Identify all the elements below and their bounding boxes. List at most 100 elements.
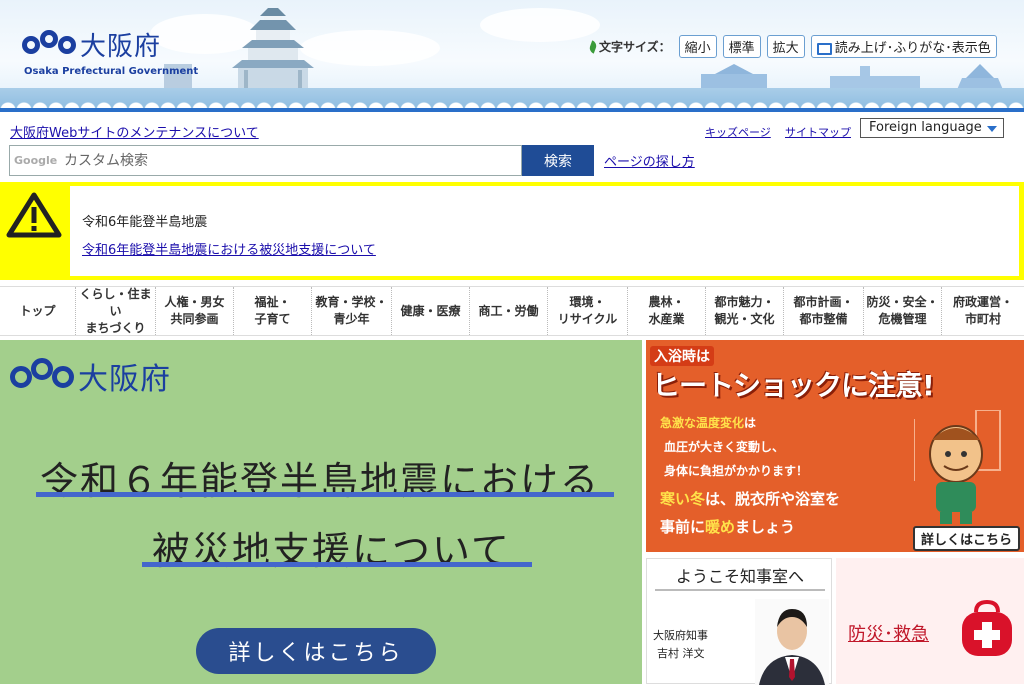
nav-item-line2: 子育て xyxy=(254,312,291,326)
font-shrink-button[interactable]: 縮小 xyxy=(678,35,717,58)
font-standard-button[interactable]: 標準 xyxy=(722,35,761,58)
site-logo[interactable]: 大阪府 xyxy=(22,26,161,63)
disaster-emergency-card[interactable]: 防災･救急 xyxy=(836,558,1024,684)
nav-item-label: トップ xyxy=(19,303,55,320)
nav-item-line2: 観光・文化 xyxy=(714,312,775,326)
foreign-language-label: Foreign language xyxy=(869,120,982,135)
nav-item[interactable]: 健康・医療 xyxy=(392,287,470,335)
heat-text-5b: 暖め xyxy=(705,518,736,536)
header-divider xyxy=(0,108,1024,112)
osaka-logo-mark-icon xyxy=(10,358,74,394)
search-button[interactable]: 検索 xyxy=(522,145,594,176)
alert-link[interactable]: 令和6年能登半島地震における被災地支援について xyxy=(82,239,376,258)
search-box: Google xyxy=(9,145,522,176)
headline-underline xyxy=(36,492,614,497)
nav-item-line2: 都市整備 xyxy=(799,312,848,326)
nav-item-label: 都市計画・ 都市整備 xyxy=(793,294,853,328)
site-logo-name: 大阪府 xyxy=(80,32,162,62)
governor-photo xyxy=(755,599,829,685)
first-aid-bag-icon xyxy=(962,600,1012,656)
leaf-icon xyxy=(588,39,598,54)
heat-banner-details: 詳しくはこちら xyxy=(912,526,1020,551)
nav-item-label: くらし・住まいまちづくり xyxy=(76,286,155,337)
kids-page-link[interactable]: キッズページ xyxy=(705,124,771,140)
site-header: 大阪府 Osaka Prefectural Government 文字サイズ： … xyxy=(0,0,1024,112)
nav-item-label: 環境・ リサイクル xyxy=(558,294,617,328)
nav-item-line1: トップ xyxy=(19,303,56,318)
nav-item-line1: くらし・住まい xyxy=(79,286,152,318)
disaster-label: 防災･救急 xyxy=(848,624,929,645)
font-enlarge-button[interactable]: 拡大 xyxy=(766,35,805,58)
heat-shock-banner[interactable]: 入浴時は ヒートショックに注意! 急激な温度変化は 血圧が大きく変動し、 身体に… xyxy=(646,340,1024,552)
nav-item[interactable]: 都市魅力・観光・文化 xyxy=(706,287,784,335)
alert-title: 令和6年能登半島地震 xyxy=(82,215,208,230)
heat-banner-kicker: 入浴時は xyxy=(650,346,714,366)
banner-logo: 大阪府 xyxy=(10,354,171,398)
site-logo-english: Osaka Prefectural Government xyxy=(24,66,199,77)
nav-item-line1: 商工・労働 xyxy=(478,303,539,318)
banner-logo-name: 大阪府 xyxy=(78,362,171,397)
nav-item-line1: 府政運営・ xyxy=(952,295,1013,309)
nav-item-line2: リサイクル xyxy=(557,312,618,326)
nav-item-line1: 防災・安全・ xyxy=(866,295,939,309)
google-brand-label: Google xyxy=(14,154,58,167)
emergency-alert: 令和6年能登半島地震 令和6年能登半島地震における被災地支援について xyxy=(0,182,1024,280)
heat-text-5c: ましょう xyxy=(735,518,796,536)
nav-item-line1: 教育・学校・ xyxy=(315,295,388,309)
nav-item[interactable]: 防災・安全・ 危機管理 xyxy=(864,287,942,335)
nav-item-label: 教育・学校・ 青少年 xyxy=(315,294,387,328)
reader-button-label: 読み上げ･ふりがな･表示色 xyxy=(834,41,991,56)
monitor-icon xyxy=(816,42,832,55)
heat-text-1a: 急激な温度変化 xyxy=(660,416,745,430)
font-size-label: 文字サイズ： xyxy=(588,38,671,55)
banner-details-button[interactable]: 詳しくはこちら xyxy=(196,628,436,674)
heat-text-1b: は xyxy=(744,416,757,430)
warning-icon xyxy=(6,192,62,238)
heat-text-5a: 事前に xyxy=(660,518,706,536)
nav-item-label: 福祉・ 子育て xyxy=(254,294,290,328)
heat-text-4a: 寒い冬 xyxy=(660,490,706,508)
dropdown-arrow-icon xyxy=(987,126,997,132)
nav-item[interactable]: 商工・労働 xyxy=(470,287,548,335)
heat-banner-headline: ヒートショックに注意! xyxy=(652,369,935,402)
nav-item-label: 都市魅力・観光・文化 xyxy=(714,294,774,328)
nav-item-label: 防災・安全・ 危機管理 xyxy=(866,294,938,328)
nav-item-label: 商工・労働 xyxy=(478,303,538,320)
nav-item-line2: 市町村 xyxy=(964,312,1001,326)
nav-item-line1: 都市計画・ xyxy=(793,295,854,309)
governor-name: 吉村 洋文 xyxy=(657,647,705,660)
alert-content: 令和6年能登半島地震 令和6年能登半島地震における被災地支援について xyxy=(70,186,1019,276)
nav-item-line1: 都市魅力・ xyxy=(714,295,775,309)
osaka-castle-illustration xyxy=(232,8,314,90)
governor-card-title: ようこそ知事室へ xyxy=(675,567,804,586)
how-to-search-link[interactable]: ページの探し方 xyxy=(604,151,695,170)
nav-item[interactable]: 農林・ 水産業 xyxy=(628,287,706,335)
foreign-language-select[interactable]: Foreign language xyxy=(860,118,1004,138)
governor-office-card[interactable]: ようこそ知事室へ 大阪府知事 吉村 洋文 xyxy=(646,558,832,685)
sitemap-link[interactable]: サイトマップ xyxy=(785,124,851,140)
maintenance-link[interactable]: 大阪府Webサイトのメンテナンスについて xyxy=(10,122,259,141)
nav-item-line1: 福祉・ xyxy=(254,295,291,309)
reader-button[interactable]: 読み上げ･ふりがな･表示色 xyxy=(810,35,997,58)
osaka-logo-mark-icon xyxy=(22,29,76,60)
nav-item-line1: 農林・ xyxy=(648,295,685,309)
title-underline xyxy=(655,589,825,591)
nav-item[interactable]: 人権・男女 共同参画 xyxy=(156,287,234,335)
main-banner[interactable]: 大阪府 令和６年能登半島地震における 被災地支援について 詳しくはこちら xyxy=(0,340,642,684)
heat-banner-text: 急激な温度変化は 血圧が大きく変動し、 身体に負担がかかります！ 寒い冬は、脱衣… xyxy=(654,410,914,550)
nav-item[interactable]: くらし・住まいまちづくり xyxy=(76,287,156,335)
search-input[interactable] xyxy=(62,149,516,173)
headline-underline xyxy=(142,562,532,567)
nav-item[interactable]: 福祉・ 子育て xyxy=(234,287,312,335)
nav-item-line2: まちづくり xyxy=(85,320,146,335)
nav-item[interactable]: 都市計画・ 都市整備 xyxy=(784,287,864,335)
heat-text-2: 血圧が大きく変動し、 xyxy=(664,440,785,454)
font-size-label-text: 文字サイズ： xyxy=(599,40,671,54)
heat-text-3: 身体に負担がかかります！ xyxy=(664,464,809,478)
nav-item[interactable]: トップ xyxy=(0,287,76,335)
nav-item[interactable]: 教育・学校・ 青少年 xyxy=(312,287,392,335)
nav-item[interactable]: 環境・ リサイクル xyxy=(548,287,628,335)
governor-role: 大阪府知事 xyxy=(653,629,708,642)
nav-item[interactable]: 府政運営・ 市町村 xyxy=(942,287,1024,335)
global-navigation: トップ くらし・住まい まちづくり 人権・男女 共同参画 福祉・ 子育て 教育・学校・ 青少年健… xyxy=(0,286,1024,336)
